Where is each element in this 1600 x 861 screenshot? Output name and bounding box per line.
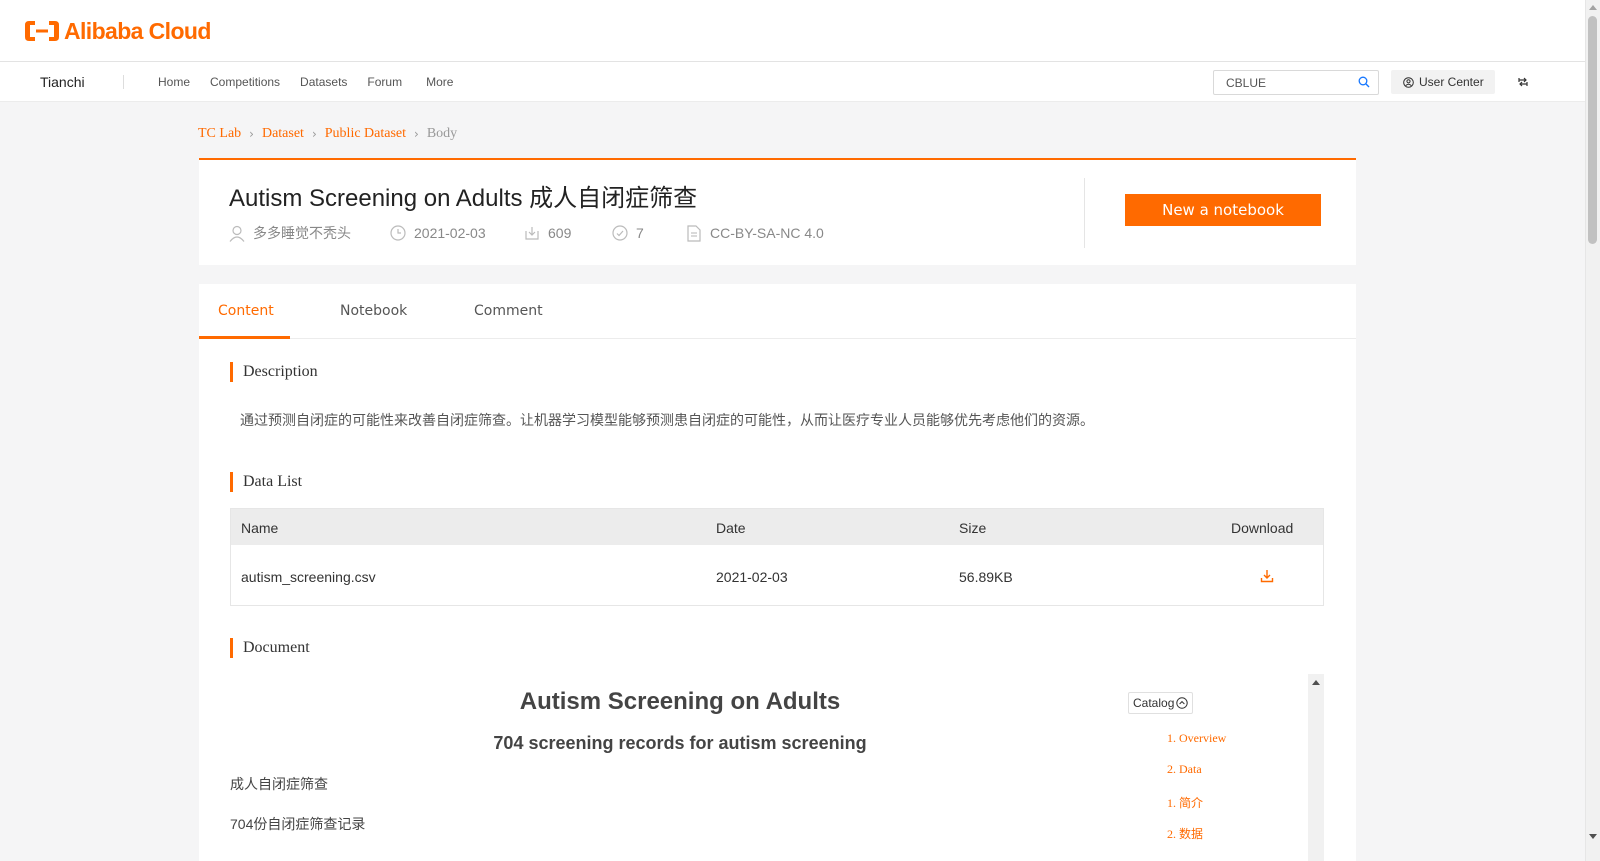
license-text: CC-BY-SA-NC 4.0	[710, 225, 824, 241]
meta-likes: 7	[612, 225, 686, 241]
new-notebook-button[interactable]: New a notebook	[1125, 194, 1321, 226]
dataset-meta: 多多睡觉不秃头 2021-02-03 609 7 CC-BY-SA-NC 4.0	[229, 223, 824, 243]
chevron-right-icon: ›	[249, 127, 254, 141]
column-header-size: Size	[959, 520, 987, 536]
tab-bar: Content Notebook Comment	[199, 284, 1356, 339]
document-scrollbar[interactable]	[1308, 674, 1324, 861]
section-title-document: Document	[230, 638, 310, 658]
logo-text: Alibaba Cloud	[64, 17, 211, 44]
download-icon[interactable]	[1260, 569, 1274, 583]
like-count: 7	[636, 225, 644, 241]
tab-notebook[interactable]: Notebook	[340, 303, 407, 319]
clock-icon	[390, 225, 406, 241]
nav-link-forum[interactable]: Forum	[367, 75, 402, 89]
page-scrollbar[interactable]	[1585, 0, 1600, 861]
publish-date: 2021-02-03	[414, 225, 486, 241]
document-heading: Autism Screening on Adults	[519, 688, 841, 715]
download-count: 609	[548, 225, 572, 241]
section-title-description: Description	[230, 362, 318, 382]
alibaba-logo-icon	[25, 21, 59, 41]
user-icon	[229, 225, 245, 242]
user-circle-icon	[1403, 76, 1414, 88]
chevron-right-icon: ›	[414, 127, 419, 141]
column-header-name: Name	[241, 520, 279, 536]
tab-comment[interactable]: Comment	[474, 303, 543, 319]
tab-content[interactable]: Content	[218, 303, 274, 319]
chevron-up-circle-icon	[1176, 697, 1189, 709]
alibaba-cloud-logo[interactable]: Alibaba Cloud	[24, 18, 211, 44]
breadcrumb-tc-lab[interactable]: TC Lab	[198, 126, 241, 142]
breadcrumb-public-dataset[interactable]: Public Dataset	[325, 126, 406, 142]
catalog-toggle[interactable]: Catalog	[1128, 692, 1194, 714]
meta-license: CC-BY-SA-NC 4.0	[686, 224, 824, 242]
nav-bar: Tianchi Home Competitions Datasets Forum…	[0, 62, 1585, 102]
meta-author: 多多睡觉不秃头	[229, 223, 390, 243]
scroll-down-arrow[interactable]	[1589, 834, 1597, 839]
dataset-header: Autism Screening on Adults 成人自闭症筛查 多多睡觉不…	[199, 158, 1356, 265]
content-panel: Content Notebook Comment Description 通过预…	[199, 284, 1356, 861]
file-name: autism_screening.csv	[241, 569, 376, 585]
document-subheading: 704 screening records for autism screeni…	[493, 733, 867, 753]
column-header-download: Download	[1231, 520, 1294, 536]
active-tab-indicator	[199, 336, 290, 339]
switch-icon[interactable]	[1517, 76, 1529, 88]
header-divider	[1084, 178, 1085, 248]
nav-link-datasets[interactable]: Datasets	[300, 75, 347, 89]
license-document-icon	[687, 224, 701, 242]
description-text: 通过预测自闭症的可能性来改善自闭症筛查。让机器学习模型能够预测患自闭症的可能性，…	[240, 412, 1094, 428]
download-count-icon	[525, 227, 539, 240]
scroll-up-arrow[interactable]	[1312, 680, 1320, 685]
catalog-item-intro-cn[interactable]: 1. 简介	[1167, 794, 1203, 811]
site-name[interactable]: Tianchi	[40, 74, 85, 90]
top-header: Alibaba Cloud	[0, 0, 1585, 62]
table-header: Name Date Size Download	[231, 509, 1323, 545]
table-row: autism_screening.csv 2021-02-03 56.89KB	[231, 545, 1323, 607]
page-title: Autism Screening on Adults 成人自闭症筛查	[229, 185, 698, 212]
search-input[interactable]	[1214, 71, 1344, 94]
author-name[interactable]: 多多睡觉不秃头	[253, 223, 351, 243]
meta-date: 2021-02-03	[390, 225, 524, 241]
nav-link-home[interactable]: Home	[158, 75, 190, 89]
scroll-up-arrow[interactable]	[1589, 5, 1597, 10]
breadcrumb-current: Body	[426, 126, 458, 141]
file-size: 56.89KB	[959, 569, 1013, 585]
catalog-label: Catalog	[1133, 696, 1175, 710]
catalog-item-overview[interactable]: 1. Overview	[1167, 731, 1226, 746]
nav-link-competitions[interactable]: Competitions	[210, 75, 280, 89]
nav-links: Home Competitions Datasets Forum More	[158, 75, 473, 89]
user-center-button[interactable]: User Center	[1391, 70, 1495, 94]
nav-divider	[123, 75, 124, 89]
meta-downloads: 609	[524, 225, 612, 241]
data-list-table: Name Date Size Download autism_screening…	[230, 508, 1324, 606]
chevron-right-icon: ›	[311, 127, 317, 141]
document-paragraph: 704份自闭症筛查记录	[230, 816, 366, 832]
nav-link-more[interactable]: More	[426, 75, 453, 89]
scroll-thumb[interactable]	[1588, 16, 1597, 244]
document-viewer: Autism Screening on Adults 704 screening…	[230, 674, 1324, 861]
like-icon	[612, 225, 628, 241]
catalog-item-data-cn[interactable]: 2. 数据	[1167, 825, 1203, 842]
breadcrumb: TC Lab › Dataset › Public Dataset › Body	[198, 126, 457, 142]
file-date: 2021-02-03	[716, 569, 788, 585]
breadcrumb-dataset[interactable]: Dataset	[262, 126, 304, 142]
search-icon[interactable]	[1358, 76, 1370, 88]
section-title-data-list: Data List	[230, 472, 302, 492]
search-box	[1213, 70, 1379, 95]
document-paragraph: 成人自闭症筛查	[230, 776, 328, 792]
catalog-item-data[interactable]: 2. Data	[1167, 762, 1202, 777]
column-header-date: Date	[716, 520, 746, 536]
user-center-label: User Center	[1419, 75, 1484, 89]
